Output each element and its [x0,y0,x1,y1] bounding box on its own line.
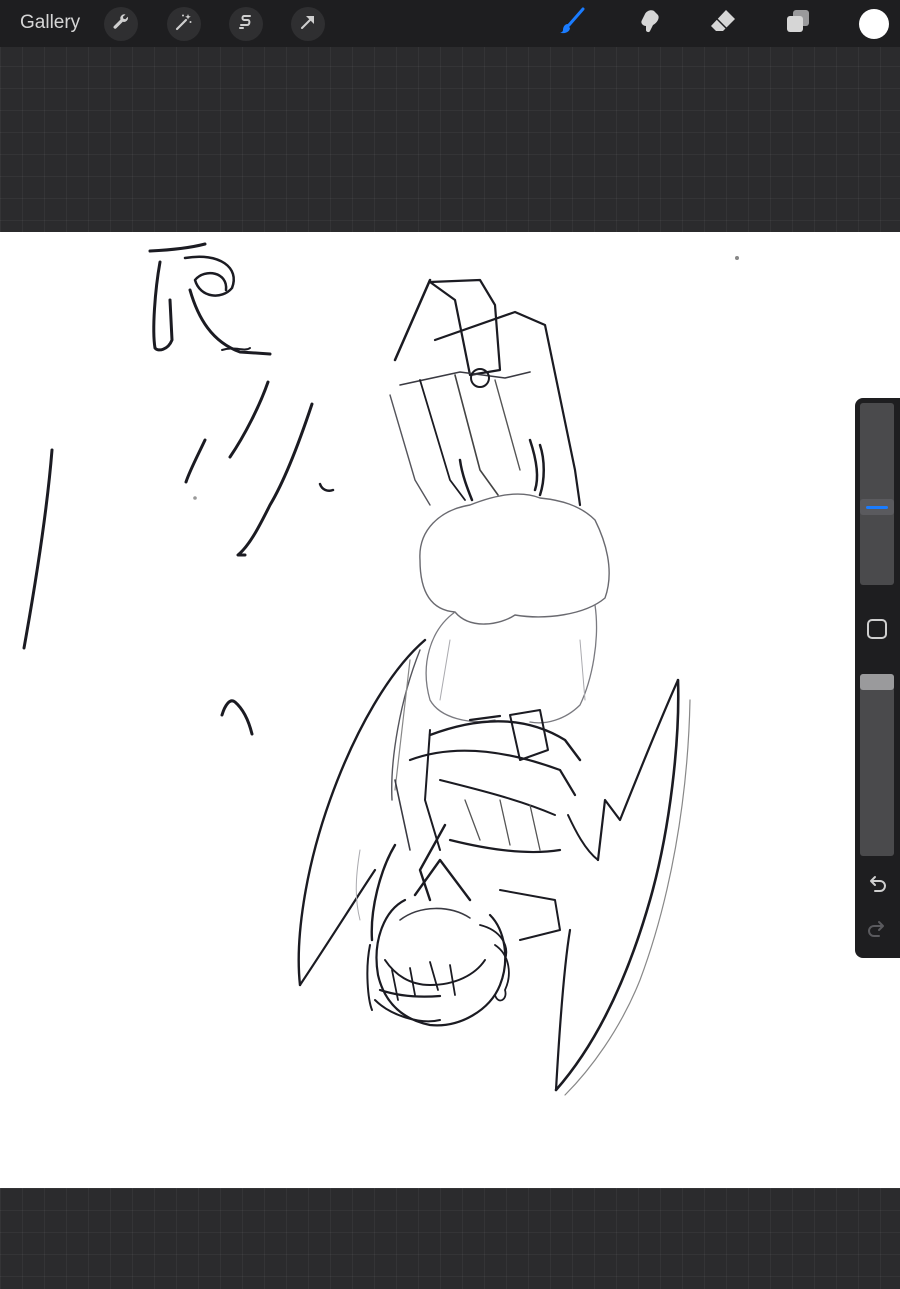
adjustments-button[interactable] [167,7,201,41]
brush-opacity-thumb[interactable] [860,674,894,690]
arrow-cursor-icon [298,12,318,37]
brush-opacity-slider[interactable] [860,674,894,856]
brush-icon [557,6,587,41]
smudge-tool-button[interactable] [631,6,665,40]
eraser-icon [708,6,738,41]
gallery-button[interactable]: Gallery [20,11,80,35]
redo-icon[interactable] [866,919,888,941]
eraser-tool-button[interactable] [706,6,740,40]
selection-button[interactable] [229,7,263,41]
layers-icon [783,6,813,41]
brush-size-thumb[interactable] [860,499,894,515]
smudge-icon [633,6,663,41]
transform-button[interactable] [291,7,325,41]
wrench-icon [111,12,131,37]
top-toolbar: Gallery [0,0,900,47]
actions-button[interactable] [104,7,138,41]
color-picker-button[interactable] [859,9,889,39]
layers-button[interactable] [781,6,815,40]
brush-size-slider[interactable] [860,403,894,585]
square-modify-icon[interactable] [867,619,887,639]
selection-s-icon [236,12,256,37]
brush-sidebar [855,398,900,958]
brush-tool-button[interactable] [555,6,589,40]
undo-icon[interactable] [866,874,888,896]
magic-wand-icon [174,12,194,37]
sketch-artwork [22,242,739,1096]
drawing-canvas[interactable] [0,232,900,1188]
